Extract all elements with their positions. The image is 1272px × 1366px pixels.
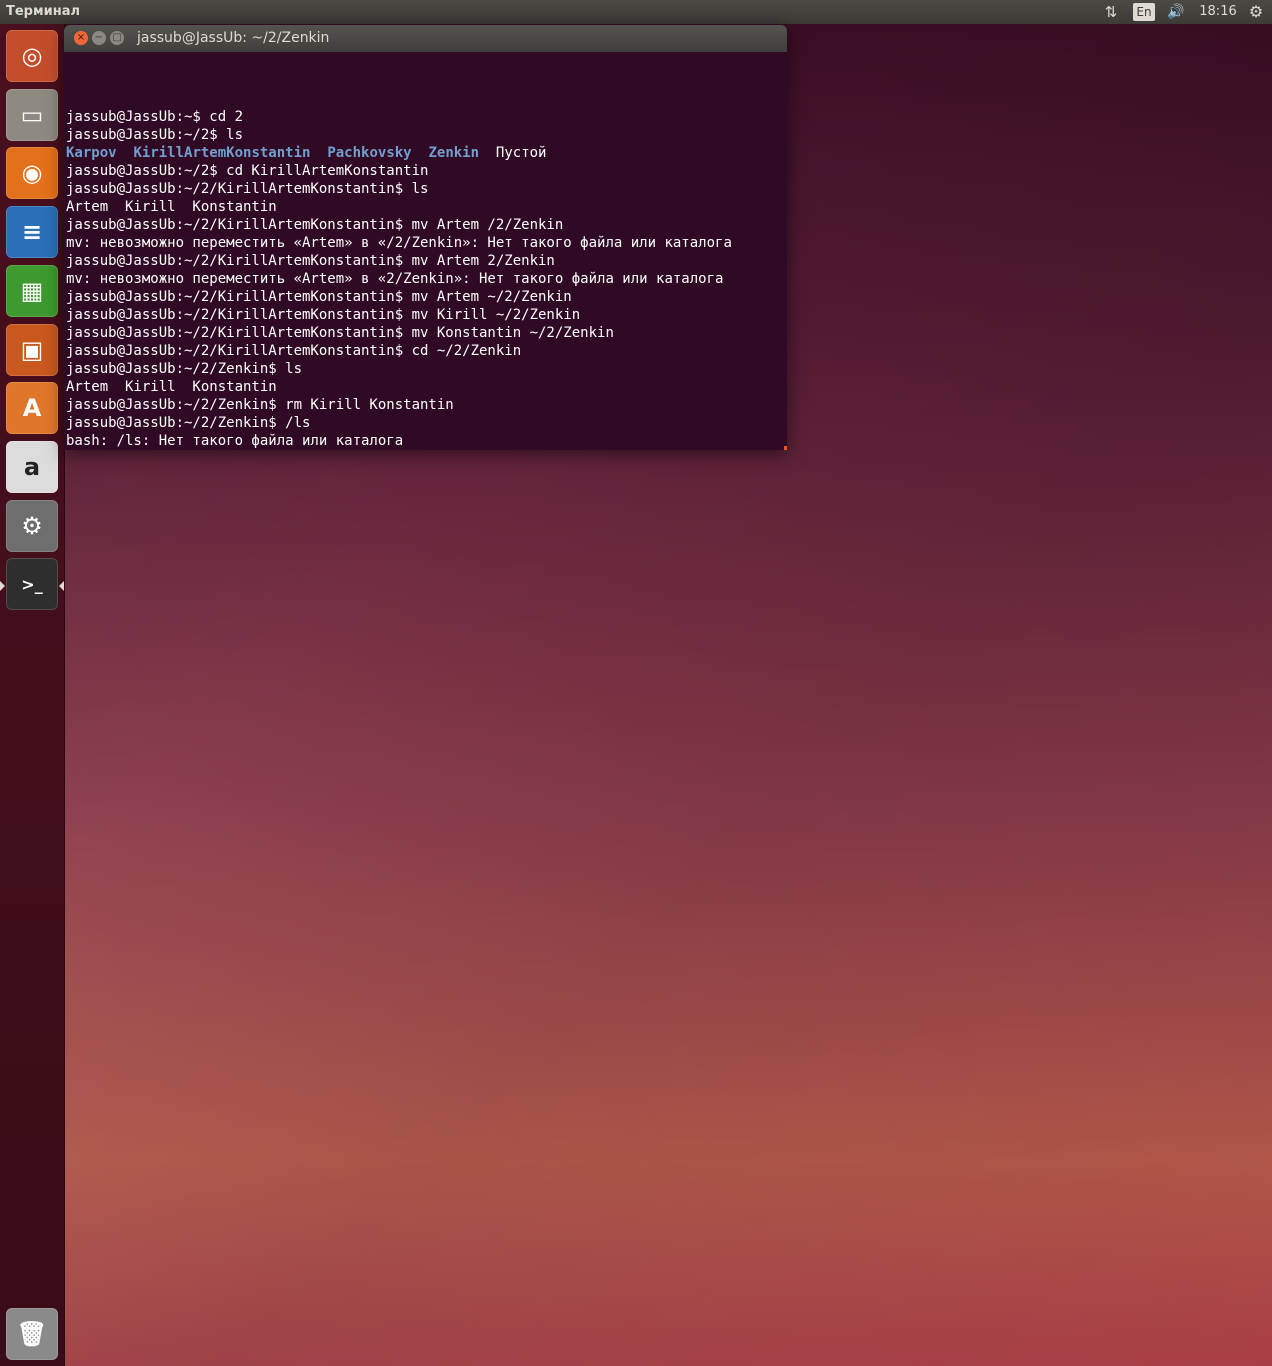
system-settings-icon[interactable]: ⚙ <box>6 499 58 552</box>
focus-indicator-right <box>59 581 64 591</box>
launcher: ◎ ▭ ◉ ≡ ▦ ▣ Aa ⚙ >_ 🗑 <box>0 24 65 1366</box>
terminal-line: bash: /ls: Нет такого файла или каталога <box>66 433 404 449</box>
window-titlebar[interactable]: × − □ jassub@JassUb: ~/2/Zenkin <box>64 25 787 52</box>
session-gear-icon[interactable]: ⚙ <box>1245 3 1267 21</box>
terminal-line: Artem Kirill Konstantin <box>66 379 277 395</box>
maximize-button[interactable]: □ <box>110 31 124 45</box>
top-panel: Терминал ⇅ En 🔊 18:16 ⚙ <box>0 0 1272 24</box>
terminal-line: jassub@JassUb:~/2/KirillArtemKonstantin$… <box>66 253 555 269</box>
terminal-output[interactable]: jassub@JassUb:~$ cd 2 jassub@JassUb:~/2$ … <box>64 52 787 450</box>
terminal-line: Artem Kirill Konstantin <box>66 199 277 215</box>
terminal-line: jassub@JassUb:~$ cd 2 <box>66 109 244 125</box>
terminal-line: jassub@JassUb:~/2/KirillArtemKonstantin$… <box>66 307 581 323</box>
calc-icon[interactable]: ▦ <box>6 264 58 317</box>
terminal-line: jassub@JassUb:~/2/KirillArtemKonstantin$… <box>66 181 429 197</box>
keyboard-layout-indicator[interactable]: En <box>1133 3 1155 21</box>
terminal-line: jassub@JassUb:~/2/Zenkin$ ls <box>66 361 303 377</box>
terminal-line: mv: невозможно переместить «Artem» в «/2… <box>66 235 732 251</box>
terminal-line: Karpov KirillArtemKonstantin Pachkovsky … <box>66 144 787 162</box>
terminal-line: jassub@JassUb:~/2/KirillArtemKonstantin$… <box>66 325 614 341</box>
writer-icon[interactable]: ≡ <box>6 206 58 259</box>
volume-icon[interactable]: 🔊 <box>1164 3 1188 21</box>
terminal-window[interactable]: × − □ jassub@JassUb: ~/2/Zenkin jassub@J… <box>64 25 787 450</box>
terminal-line: mv: невозможно переместить «Artem» в «2/… <box>66 271 724 287</box>
terminal-line: jassub@JassUb:~/2/Zenkin$ rm Kirill Kons… <box>66 397 454 413</box>
ubuntu-dash-icon[interactable]: ◎ <box>6 30 58 82</box>
active-indicator-left <box>0 581 5 591</box>
terminal-line: jassub@JassUb:~/2/KirillArtemKonstantin$… <box>66 217 564 233</box>
minimize-button[interactable]: − <box>92 31 106 45</box>
window-title: jassub@JassUb: ~/2/Zenkin <box>137 30 330 46</box>
impress-icon[interactable]: ▣ <box>6 323 58 376</box>
terminal-line: jassub@JassUb:~/2$ cd KirillArtemKonstan… <box>66 163 429 179</box>
firefox-icon[interactable]: ◉ <box>6 147 58 200</box>
terminal-icon[interactable]: >_ <box>6 558 58 611</box>
ls-file-entry: Пустой <box>495 145 547 161</box>
ls-directory-entry: Pachkovsky <box>327 145 412 161</box>
terminal-line: jassub@JassUb:~/2$ ls <box>66 127 244 143</box>
ls-directory-entry: KirillArtemKonstantin <box>133 145 311 161</box>
network-icon[interactable]: ⇅ <box>1100 3 1122 21</box>
app-title: Терминал <box>6 4 81 19</box>
clock[interactable]: 18:16 <box>1196 3 1240 21</box>
ls-directory-entry: Karpov <box>66 145 117 161</box>
software-center-icon[interactable]: A <box>6 382 58 435</box>
trash-icon[interactable]: 🗑 <box>6 1308 58 1360</box>
amazon-icon[interactable]: a <box>6 440 58 493</box>
scroll-indicator[interactable] <box>784 446 787 450</box>
files-icon[interactable]: ▭ <box>6 88 58 141</box>
ls-directory-entry: Zenkin <box>428 145 480 161</box>
close-button[interactable]: × <box>74 31 88 45</box>
terminal-line: jassub@JassUb:~/2/Zenkin$ /ls <box>66 415 311 431</box>
terminal-line: jassub@JassUb:~/2/KirillArtemKonstantin$… <box>66 343 522 359</box>
terminal-line: jassub@JassUb:~/2/KirillArtemKonstantin$… <box>66 289 572 305</box>
